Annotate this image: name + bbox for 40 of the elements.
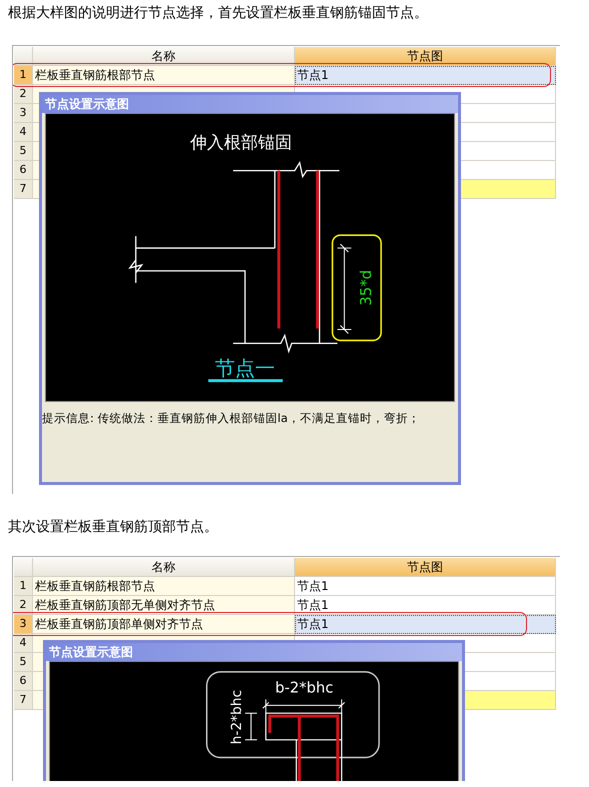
dimension-label: 35*d xyxy=(357,270,376,306)
table-cell: 节点1 xyxy=(295,577,556,596)
row-number[interactable]: 2 xyxy=(14,85,33,104)
column-header[interactable]: 节点图 xyxy=(295,47,556,66)
height-dimension-line xyxy=(244,712,258,740)
dialog-title: 节点设置示意图 xyxy=(46,643,462,661)
row-number[interactable]: 1 xyxy=(14,66,33,85)
row-number[interactable]: 6 xyxy=(14,161,33,180)
row-number[interactable]: 2 xyxy=(14,596,33,615)
row-number[interactable]: 5 xyxy=(14,142,33,161)
row-number[interactable]: 5 xyxy=(14,653,33,672)
row-number[interactable]: 6 xyxy=(14,672,33,691)
dialog-title: 节点设置示意图 xyxy=(42,95,458,113)
instruction-text: 根据大样图的说明进行节点选择，首先设置栏板垂直钢筋锚固节点。 xyxy=(7,4,429,22)
row-number[interactable]: 4 xyxy=(14,634,33,653)
row-number[interactable]: 3 xyxy=(14,615,33,634)
instruction-text: 其次设置栏板垂直钢筋顶部节点。 xyxy=(7,518,219,536)
row-number[interactable]: 4 xyxy=(14,123,33,142)
column-header[interactable]: 名称 xyxy=(33,558,295,577)
row-number[interactable]: 3 xyxy=(14,104,33,123)
diagram-title: 伸入根部锚固 xyxy=(190,132,292,152)
table-cell: 节点1 xyxy=(295,596,556,615)
table-cell: 栏板垂直钢筋顶部无单侧对齐节点 xyxy=(33,596,295,615)
node-label: 节点一 xyxy=(215,357,276,380)
height-dimension-label: h-2*bhc xyxy=(229,690,246,744)
width-dimension-label: b-2*bhc xyxy=(275,680,334,697)
table-cell: 节点1 xyxy=(295,615,556,634)
break-line xyxy=(128,236,144,284)
column-header[interactable]: 节点图 xyxy=(295,558,556,577)
header-cell xyxy=(14,47,33,66)
table-cell: 节点1 xyxy=(295,66,556,85)
table-cell: 栏板垂直钢筋根部节点 xyxy=(33,577,295,596)
header-cell xyxy=(14,558,33,577)
table-cell: 栏板垂直钢筋根部节点 xyxy=(33,66,295,85)
row-number[interactable]: 1 xyxy=(14,577,33,596)
hint-text: 提示信息: 传统做法：垂直钢筋伸入根部锚固la，不满足直锚时，弯折； xyxy=(42,410,421,427)
row-number[interactable]: 7 xyxy=(14,180,33,199)
row-number[interactable]: 7 xyxy=(14,691,33,710)
table-cell: 栏板垂直钢筋顶部单侧对齐节点 xyxy=(33,615,295,634)
column-header[interactable]: 名称 xyxy=(33,47,295,66)
